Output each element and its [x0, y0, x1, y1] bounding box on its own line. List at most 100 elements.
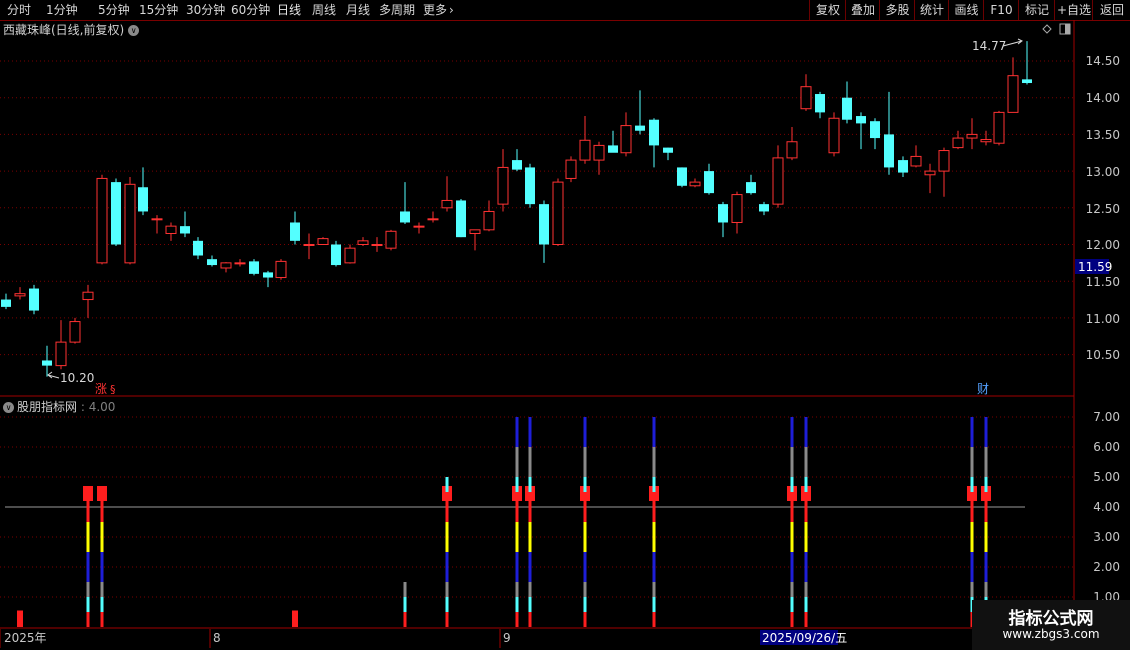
indicator-bar-segment — [984, 477, 988, 492]
indicator-bar-segment — [528, 582, 532, 597]
indicator-bar-segment — [790, 552, 794, 567]
indicator-axis-label: 5.00 — [1093, 470, 1120, 484]
candle — [165, 222, 177, 241]
date-label: 8 — [213, 631, 221, 645]
indicator-axis-label: 7.00 — [1093, 410, 1120, 424]
indicator-bar-segment — [528, 612, 532, 627]
window-icon[interactable] — [1059, 23, 1071, 35]
candle — [1022, 41, 1032, 85]
badge-zhang[interactable]: 涨 — [95, 381, 107, 396]
candle — [483, 200, 495, 232]
candle — [371, 237, 383, 252]
candle — [689, 178, 701, 188]
indicator-bar-segment — [804, 522, 808, 552]
indicator-bar-segment — [984, 552, 988, 567]
indicator-bar-segment — [583, 612, 587, 627]
indicator-bar-segment — [970, 567, 974, 582]
indicator-bar-segment — [528, 417, 532, 447]
indicator-bar-segment — [652, 417, 656, 447]
candle — [635, 90, 645, 135]
candle — [42, 345, 52, 377]
indicator-bar-segment — [445, 477, 449, 492]
indicator-bar-segment — [528, 552, 532, 567]
price-label: 11.00 — [1086, 312, 1120, 326]
candle — [772, 145, 784, 208]
price-label: 13.00 — [1086, 165, 1120, 179]
indicator-bar-segment — [528, 477, 532, 492]
candle — [512, 149, 522, 172]
indicator-bar-segment — [790, 417, 794, 447]
badge-fin[interactable]: 财 — [977, 382, 989, 396]
indicator-bar-segment — [804, 417, 808, 447]
indicator-bar-segment — [984, 582, 988, 597]
candle — [552, 178, 564, 246]
indicator-bar-segment — [100, 597, 104, 612]
chart-canvas: 14.50 14.00 13.50 13.00 12.50 12.00 11.5… — [0, 20, 1120, 648]
low-price-label: 10.20 — [60, 371, 94, 385]
indicator-bar-segment — [804, 477, 808, 492]
indicator-bar-segment — [515, 447, 519, 477]
low-arrow-icon — [47, 371, 60, 379]
candle — [29, 284, 39, 315]
indicator-bar-segment — [804, 597, 808, 612]
candle — [1, 293, 11, 310]
candlestick-series — [1, 41, 1032, 377]
indicator-bar-segment — [984, 447, 988, 477]
candle — [138, 167, 148, 216]
indicator-axis: 7.00 6.00 5.00 4.00 3.00 2.00 1.00 — [1093, 410, 1120, 604]
indicator-bar-segment — [804, 612, 808, 627]
candle — [469, 229, 481, 251]
indicator-bar-segment — [583, 417, 587, 447]
candle — [234, 259, 246, 267]
indicator-bar-segment — [790, 447, 794, 477]
indicator-bar-segment — [86, 522, 90, 552]
badge-icon[interactable]: § — [110, 383, 116, 396]
candle — [456, 198, 466, 238]
indicator-bar-segment — [403, 597, 407, 612]
candle — [220, 262, 232, 273]
indicator-bar-segment — [515, 522, 519, 552]
indicator-bar-segment — [583, 477, 587, 492]
indicator-bar-segment — [86, 582, 90, 597]
date-cursor-label: 2025/09/26/五 — [762, 631, 847, 645]
indicator-bar-segment — [984, 417, 988, 447]
indicator-bar-segment — [984, 522, 988, 552]
candle — [718, 201, 728, 238]
candle — [593, 141, 605, 175]
candle — [441, 176, 453, 212]
watermark-url: www.zbgs3.com — [1002, 627, 1100, 641]
indicator-bar-segment — [445, 612, 449, 627]
indicator-bar-segment — [804, 582, 808, 597]
indicator-bar-segment — [100, 522, 104, 552]
candle — [952, 130, 964, 150]
indicator-bar-segment — [970, 417, 974, 447]
indicator-bar-segment — [86, 612, 90, 627]
indicator-bar-segment — [970, 447, 974, 477]
candle — [180, 211, 190, 238]
candle — [69, 317, 81, 344]
indicator-bar-segment — [445, 597, 449, 612]
indicator-bar-segment — [790, 522, 794, 552]
indicator-bar-segment — [804, 447, 808, 477]
candle — [910, 145, 922, 168]
high-price-label: 14.77 — [972, 39, 1006, 53]
indicator-bar-segment — [652, 567, 656, 582]
indicator-bar-segment — [970, 582, 974, 597]
indicator-bar-segment — [790, 582, 794, 597]
candle — [14, 287, 26, 300]
indicator-bar-segment — [970, 477, 974, 492]
indicator-bar-segment — [515, 612, 519, 627]
candle — [704, 163, 714, 195]
indicator-bar-segment — [445, 552, 449, 567]
candle — [677, 167, 687, 188]
candle — [938, 147, 950, 197]
indicator-bar-segment — [97, 486, 107, 501]
indicator-bar-segment — [804, 552, 808, 567]
candle — [579, 116, 591, 164]
indicator-bar-segment — [515, 567, 519, 582]
candle — [427, 211, 439, 223]
candle — [620, 112, 632, 157]
diamond-icon[interactable] — [1042, 24, 1052, 34]
price-axis: 14.50 14.00 13.50 13.00 12.50 12.00 11.5… — [1086, 54, 1120, 362]
candle — [746, 174, 756, 195]
